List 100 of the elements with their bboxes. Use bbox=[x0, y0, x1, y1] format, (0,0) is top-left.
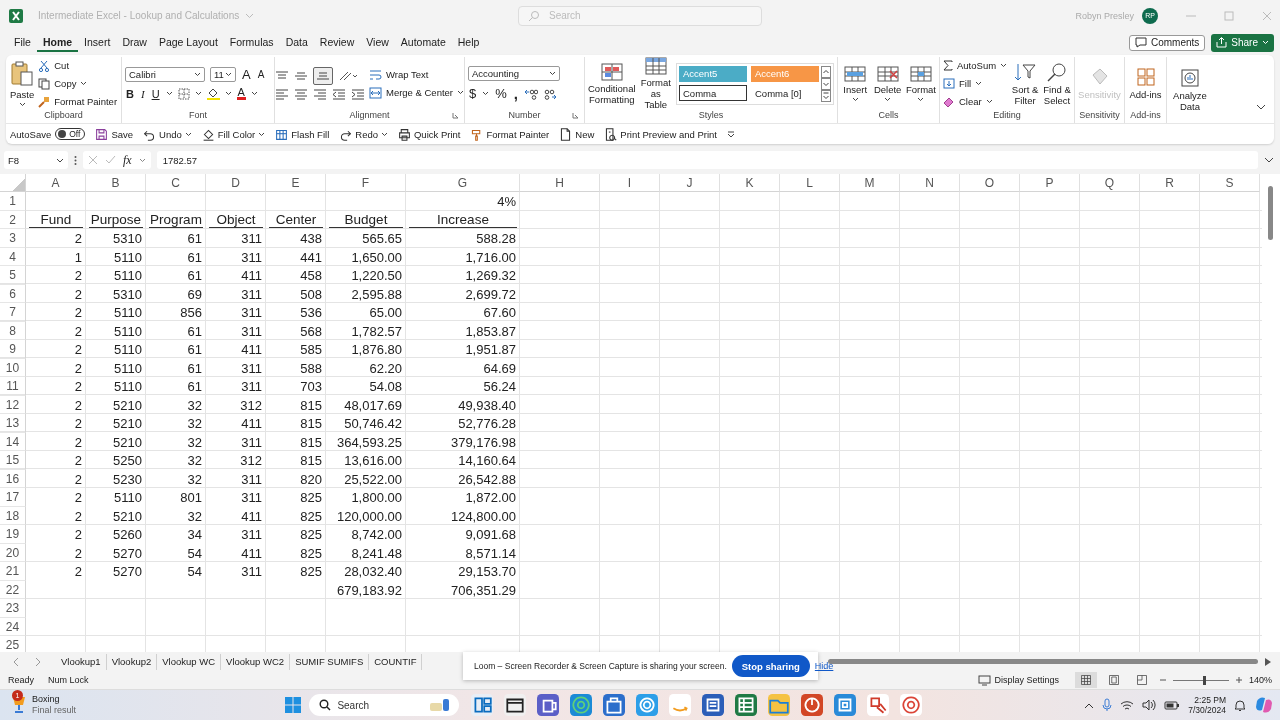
font-color-button[interactable]: A bbox=[236, 87, 246, 101]
spreadsheet-icon[interactable] bbox=[735, 694, 758, 717]
toolbar-button[interactable]: Format Painter bbox=[470, 128, 550, 141]
copilot-icon[interactable] bbox=[1254, 695, 1274, 716]
currency-button[interactable]: $ bbox=[468, 86, 478, 102]
row-header[interactable]: 14 bbox=[0, 432, 26, 452]
sheet-tab[interactable]: COUNTIF bbox=[369, 653, 423, 670]
row-header[interactable]: 22 bbox=[0, 580, 26, 600]
align-center-icon[interactable] bbox=[293, 88, 308, 101]
column-header[interactable]: H bbox=[520, 174, 600, 193]
folder-icon[interactable] bbox=[768, 694, 791, 717]
new-button[interactable]: New bbox=[559, 128, 595, 141]
toolbar-button[interactable]: Undo bbox=[143, 128, 192, 141]
comments-button[interactable]: Comments bbox=[1128, 34, 1206, 51]
number-format-dropdown[interactable]: Accounting bbox=[468, 66, 560, 82]
wrap-text-button[interactable]: Wrap Text bbox=[368, 67, 429, 83]
conditional-formatting-button[interactable]: Conditional Formatting bbox=[588, 63, 636, 105]
underline-button[interactable]: U bbox=[150, 88, 161, 100]
display-settings-button[interactable]: Display Settings bbox=[978, 674, 1059, 686]
insert-button[interactable]: Insert bbox=[841, 66, 870, 102]
row-header[interactable]: 1 bbox=[0, 192, 26, 211]
battery-icon[interactable] bbox=[1164, 700, 1181, 711]
browser-icon[interactable] bbox=[900, 694, 923, 717]
wifi-icon[interactable] bbox=[1120, 699, 1135, 711]
decrease-indent-icon[interactable] bbox=[331, 88, 346, 101]
name-box[interactable]: F8 bbox=[4, 151, 68, 170]
column-header[interactable]: P bbox=[1020, 174, 1080, 193]
toolbar-button[interactable]: Quick Print bbox=[398, 128, 461, 141]
column-header[interactable]: M bbox=[840, 174, 900, 193]
align-left-icon[interactable] bbox=[274, 88, 289, 101]
percent-button[interactable]: % bbox=[494, 86, 508, 102]
zoom-in-icon[interactable] bbox=[1234, 676, 1243, 685]
font-size-dropdown[interactable]: 11 bbox=[210, 67, 236, 83]
row-header[interactable]: 23 bbox=[0, 599, 26, 618]
column-header[interactable]: E bbox=[266, 174, 326, 193]
clock[interactable]: 2:25 PM 7/30/2024 bbox=[1188, 695, 1226, 716]
expand-icon[interactable] bbox=[1264, 156, 1274, 164]
format-button[interactable]: Format bbox=[905, 66, 936, 102]
format-as-table-button[interactable]: Format as Table bbox=[639, 57, 672, 111]
row-header[interactable]: 16 bbox=[0, 469, 26, 489]
widget-icon[interactable] bbox=[471, 694, 494, 717]
sheet-tab[interactable]: Vlookup WC bbox=[157, 653, 222, 670]
bold-button[interactable]: B bbox=[125, 88, 135, 100]
row-header[interactable]: 4 bbox=[0, 247, 26, 267]
column-header[interactable]: J bbox=[660, 174, 720, 193]
fill-color-icon[interactable] bbox=[206, 87, 220, 101]
check-icon[interactable] bbox=[105, 155, 116, 166]
toolbar-button[interactable]: Fill Color bbox=[201, 128, 266, 141]
row-header[interactable]: 17 bbox=[0, 488, 26, 507]
row-header[interactable]: 11 bbox=[0, 377, 26, 396]
align-middle-icon[interactable] bbox=[293, 70, 308, 83]
more-options-icon[interactable] bbox=[74, 154, 77, 166]
column-header[interactable]: L bbox=[780, 174, 840, 193]
taskbar-search-field[interactable]: Search bbox=[309, 694, 460, 717]
app-icon[interactable] bbox=[834, 694, 857, 717]
row-header[interactable]: 12 bbox=[0, 395, 26, 415]
ribbon-tab[interactable]: Data bbox=[279, 33, 314, 53]
previous-sheet-icon[interactable] bbox=[12, 656, 20, 667]
next-sheet-icon[interactable] bbox=[34, 656, 42, 667]
row-header[interactable]: 6 bbox=[0, 284, 26, 304]
row-header[interactable]: 2 bbox=[0, 210, 26, 230]
row-header[interactable]: 10 bbox=[0, 358, 26, 378]
borders-icon[interactable] bbox=[177, 88, 190, 100]
shopping-bag-icon[interactable] bbox=[603, 694, 626, 717]
scroll-up-icon[interactable] bbox=[821, 66, 831, 78]
delete-button[interactable]: Delete bbox=[873, 66, 902, 102]
increase-font-button[interactable]: A bbox=[241, 67, 252, 83]
row-header[interactable]: 8 bbox=[0, 321, 26, 341]
align-bottom-icon[interactable] bbox=[312, 67, 333, 86]
toolbar-button[interactable]: Print Preview and Print bbox=[604, 128, 717, 141]
sheet-tab[interactable]: SUMIF SUMIFS bbox=[290, 653, 370, 670]
windows-start-icon[interactable] bbox=[284, 696, 303, 715]
italic-button[interactable]: I bbox=[139, 88, 146, 100]
presentation-icon[interactable] bbox=[801, 694, 824, 717]
column-header[interactable]: O bbox=[960, 174, 1020, 193]
microphone-icon[interactable] bbox=[1102, 698, 1113, 713]
font-name-dropdown[interactable]: Calibri bbox=[125, 67, 205, 83]
ribbon-tab[interactable]: Draw bbox=[116, 33, 153, 53]
dialog-launcher-icon[interactable] bbox=[572, 112, 579, 120]
align-right-icon[interactable] bbox=[312, 88, 327, 101]
column-header[interactable]: D bbox=[206, 174, 266, 193]
column-header[interactable]: R bbox=[1140, 174, 1200, 193]
document-icon[interactable] bbox=[702, 694, 725, 717]
caret-icon[interactable] bbox=[165, 91, 173, 97]
ring-icon[interactable] bbox=[636, 694, 659, 717]
toolbar-button[interactable]: Redo bbox=[339, 128, 388, 141]
decrease-font-button[interactable]: A bbox=[256, 69, 266, 81]
column-header[interactable]: B bbox=[86, 174, 146, 193]
row-header[interactable]: 13 bbox=[0, 414, 26, 433]
hide-link[interactable]: Hide bbox=[814, 661, 834, 671]
caret-icon[interactable] bbox=[482, 91, 490, 97]
caret-icon[interactable] bbox=[194, 91, 202, 97]
globe-icon[interactable] bbox=[570, 694, 593, 717]
ribbon-tab[interactable]: File bbox=[8, 33, 37, 53]
ribbon-tab[interactable]: Automate bbox=[394, 33, 452, 53]
fill-button[interactable]: Fill bbox=[943, 76, 983, 92]
row-header[interactable]: 21 bbox=[0, 562, 26, 581]
volume-icon[interactable] bbox=[1142, 699, 1157, 712]
caret-icon[interactable] bbox=[250, 91, 258, 97]
column-header[interactable]: K bbox=[720, 174, 780, 193]
